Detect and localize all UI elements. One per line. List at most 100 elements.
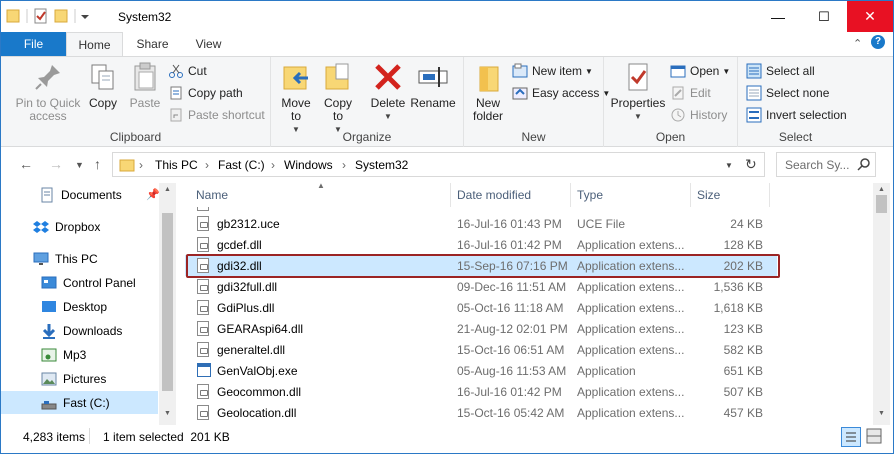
column-divider[interactable] xyxy=(769,183,770,207)
rename-button[interactable]: Rename xyxy=(409,61,457,110)
new-folder-button[interactable]: New folder xyxy=(470,61,506,123)
delete-dropdown-icon: ▼ xyxy=(384,112,392,121)
column-header-size[interactable]: Size xyxy=(697,188,720,202)
search-input[interactable]: Search Sy... xyxy=(785,158,849,172)
edit-icon xyxy=(670,85,686,101)
maximize-button[interactable]: ☐ xyxy=(801,1,847,32)
breadcrumb-windows[interactable]: Windows xyxy=(284,158,333,172)
properties-button[interactable]: Properties ▼ xyxy=(610,61,666,123)
file-row[interactable]: Geolocation.dll 15-Oct-16 05:42 AM Applica… xyxy=(185,402,777,423)
up-arrow-icon[interactable]: ↑ xyxy=(94,156,101,172)
search-icon[interactable] xyxy=(857,158,871,172)
open-button[interactable]: Open ▼ xyxy=(670,61,730,81)
breadcrumb-this-pc[interactable]: This PC xyxy=(155,158,198,172)
file-row[interactable]: GEARAspi64.dll 21-Aug-12 02:01 PM Applicat… xyxy=(185,318,777,339)
invert-selection-button[interactable]: Invert selection xyxy=(746,105,847,125)
address-bar[interactable]: › This PC › Fast (C:) › Windows › System… xyxy=(112,152,765,177)
dll-icon xyxy=(197,279,209,294)
new-folder-icon[interactable] xyxy=(54,9,68,23)
refresh-icon[interactable]: ↻ xyxy=(745,156,757,173)
nav-item-this-pc[interactable]: This PC xyxy=(1,247,158,270)
close-button[interactable]: ✕ xyxy=(847,1,893,32)
paste-shortcut-button[interactable]: Paste shortcut xyxy=(168,105,265,125)
file-name-cell: gb2312.uce xyxy=(217,217,280,231)
column-header-date[interactable]: Date modified xyxy=(457,188,531,202)
select-none-button[interactable]: Select none xyxy=(746,83,829,103)
edit-button[interactable]: Edit xyxy=(670,83,711,103)
column-header-type[interactable]: Type xyxy=(577,188,603,202)
dll-icon xyxy=(197,237,209,252)
copy-button[interactable]: Copy xyxy=(87,61,119,110)
copy-label: Copy xyxy=(88,96,117,110)
move-to-button[interactable]: Move to ▼ xyxy=(279,61,313,136)
scroll-down-icon[interactable]: ▼ xyxy=(878,410,885,417)
minimize-button[interactable]: — xyxy=(755,1,801,32)
easy-access-button[interactable]: Easy access ▼ xyxy=(512,83,610,103)
breadcrumb-system32[interactable]: System32 xyxy=(355,158,408,172)
file-row[interactable]: gb2312.uce 16-Jul-16 01:43 PM UCE File 24 K… xyxy=(185,213,777,234)
nav-item-fast-c[interactable]: Fast (C:) xyxy=(1,391,158,414)
pin-quick-access-button[interactable]: Pin to Quick access xyxy=(11,61,85,123)
nav-scrollbar[interactable]: ▲ ▼ xyxy=(159,183,176,425)
history-button[interactable]: History xyxy=(670,105,727,125)
pin-icon[interactable]: 📌 xyxy=(146,188,160,201)
column-divider[interactable] xyxy=(450,183,451,207)
tab-share[interactable]: Share xyxy=(125,32,180,56)
tab-view[interactable]: View xyxy=(181,32,236,56)
nav-item-documents[interactable]: Documents 📌 xyxy=(1,183,160,206)
navigation-pane: Documents 📌 Dropbox This PC Control Pane… xyxy=(1,181,160,425)
file-row[interactable]: GdiPlus.dll 05-Oct-16 11:18 AM Application… xyxy=(185,297,777,318)
qat-dropdown-icon[interactable] xyxy=(81,15,89,19)
tab-file[interactable]: File xyxy=(1,32,66,56)
dll-icon xyxy=(197,321,209,336)
nav-scroll-thumb[interactable] xyxy=(162,213,173,391)
select-all-button[interactable]: Select all xyxy=(746,61,815,81)
column-divider[interactable] xyxy=(570,183,571,207)
properties-check-icon[interactable] xyxy=(34,8,47,24)
copy-to-button[interactable]: Copy to ▼ xyxy=(321,61,355,136)
recent-locations-chevron-icon[interactable]: ▼ xyxy=(75,160,84,170)
nav-item-pictures[interactable]: Pictures xyxy=(1,367,158,390)
column-header-name[interactable]: Name xyxy=(196,188,228,202)
file-row[interactable]: GenValObj.exe 05-Aug-16 11:53 AM Applicati… xyxy=(185,360,777,381)
help-icon[interactable]: ? xyxy=(871,35,885,49)
file-scroll-thumb[interactable] xyxy=(876,195,887,213)
file-list-scrollbar[interactable]: ▲ ▼ xyxy=(873,183,890,425)
file-size-cell: 1,536 KB xyxy=(713,280,763,294)
file-row[interactable]: gdi32full.dll 09-Dec-16 11:51 AM Applicati… xyxy=(185,276,777,297)
paste-button[interactable]: Paste xyxy=(128,61,162,110)
forward-arrow-icon[interactable]: → xyxy=(49,156,63,172)
details-view-icon[interactable] xyxy=(841,427,861,447)
nav-item-label: Dropbox xyxy=(55,219,101,234)
file-type-cell: Application extens... xyxy=(577,238,685,252)
tab-home[interactable]: Home xyxy=(66,32,123,57)
address-dropdown-icon[interactable]: ▼ xyxy=(725,161,733,170)
status-bar: 4,283 items 1 item selected 201 KB xyxy=(1,425,893,453)
nav-item-dropbox[interactable]: Dropbox xyxy=(1,215,158,238)
nav-item-mp3[interactable]: Mp3 xyxy=(1,343,158,366)
delete-icon xyxy=(372,61,404,93)
group-open: Properties ▼ Open ▼ Edit History Open xyxy=(604,57,738,147)
large-icons-view-icon[interactable] xyxy=(865,427,885,447)
back-arrow-icon[interactable]: ← xyxy=(19,156,33,172)
search-box[interactable]: Search Sy... xyxy=(776,152,876,177)
nav-item-desktop[interactable]: Desktop xyxy=(1,295,158,318)
scroll-up-icon[interactable]: ▲ xyxy=(878,186,885,193)
new-item-button[interactable]: New item ▼ xyxy=(512,61,593,81)
file-date-cell: 05-Aug-16 11:53 AM xyxy=(457,364,567,378)
properties-dropdown-icon: ▼ xyxy=(634,112,642,121)
column-divider[interactable] xyxy=(690,183,691,207)
scroll-up-icon[interactable]: ▲ xyxy=(164,186,171,193)
collapse-ribbon-icon[interactable]: ⌃ xyxy=(853,37,862,50)
breadcrumb-drive[interactable]: Fast (C:) xyxy=(218,158,265,172)
file-row[interactable]: generaltel.dll 15-Oct-16 06:51 AM Applicat… xyxy=(185,339,777,360)
file-row[interactable]: gcdef.dll 16-Jul-16 01:42 PM Application e… xyxy=(185,234,777,255)
nav-item-downloads[interactable]: Downloads xyxy=(1,319,158,342)
nav-item-control-panel[interactable]: Control Panel xyxy=(1,271,158,294)
cut-button[interactable]: Cut xyxy=(168,61,207,81)
delete-button[interactable]: Delete ▼ xyxy=(370,61,406,123)
file-row[interactable]: Geocommon.dll 16-Jul-16 01:42 PM Applicati… xyxy=(185,381,777,402)
open-dropdown-icon: ▼ xyxy=(722,66,731,76)
scroll-down-icon[interactable]: ▼ xyxy=(164,410,171,417)
copy-path-button[interactable]: Copy path xyxy=(168,83,243,103)
